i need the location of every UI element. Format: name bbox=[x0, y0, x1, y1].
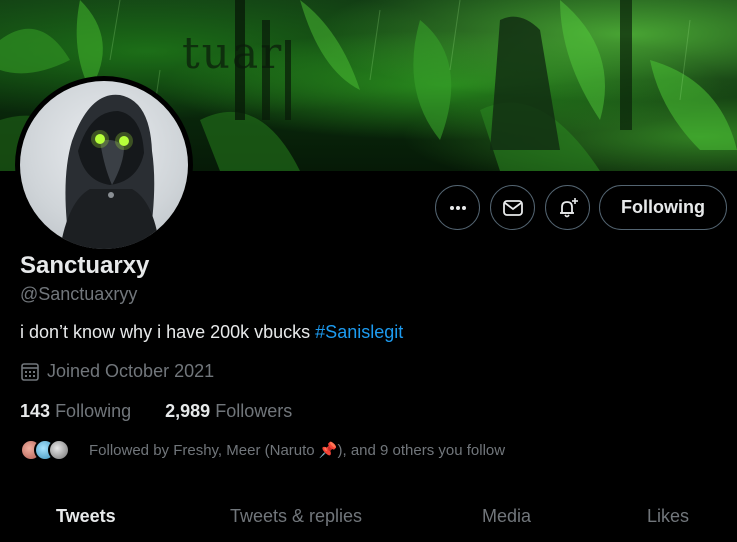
more-options-button[interactable] bbox=[435, 185, 480, 230]
message-button[interactable] bbox=[490, 185, 535, 230]
profile-bio: i don’t know why i have 200k vbucks #San… bbox=[20, 322, 403, 343]
pin-emoji: 📌 bbox=[318, 442, 338, 459]
following-button[interactable]: Following bbox=[599, 185, 727, 230]
avatar[interactable] bbox=[20, 81, 188, 249]
calendar-icon bbox=[21, 362, 39, 381]
banner-title: tuar bbox=[182, 28, 284, 79]
followed-by-text: Followed by Freshy, Meer (Naruto 📌), and… bbox=[89, 442, 506, 459]
followers-label: Followers bbox=[215, 401, 293, 421]
follow-stats: 143 Following 2,989 Followers bbox=[20, 401, 292, 422]
plague-doctor-avatar-image bbox=[60, 94, 160, 249]
followers-count: 2,989 bbox=[165, 401, 211, 421]
tab-tweets-and-replies[interactable]: Tweets & replies bbox=[230, 506, 362, 527]
tab-media[interactable]: Media bbox=[482, 506, 531, 527]
profile-tabs: Tweets Tweets & replies Media Likes bbox=[0, 490, 737, 542]
notifications-button[interactable] bbox=[545, 185, 590, 230]
follower-avatar-3 bbox=[48, 439, 70, 461]
bio-text: i don’t know why i have 200k vbucks bbox=[20, 322, 311, 342]
following-link[interactable]: 143 Following bbox=[20, 401, 136, 421]
mail-icon bbox=[502, 199, 523, 216]
bell-plus-icon bbox=[559, 197, 578, 217]
following-count: 143 bbox=[20, 401, 51, 421]
followed-by[interactable]: Followed by Freshy, Meer (Naruto 📌), and… bbox=[20, 438, 505, 462]
tab-tweets[interactable]: Tweets bbox=[56, 506, 116, 527]
joined-date: Joined October 2021 bbox=[20, 361, 214, 382]
followers-link[interactable]: 2,989 Followers bbox=[165, 401, 292, 421]
bio-hashtag-link[interactable]: #Sanislegit bbox=[315, 322, 403, 342]
more-icon bbox=[449, 205, 466, 210]
following-label: Following bbox=[55, 401, 132, 421]
tab-likes[interactable]: Likes bbox=[647, 506, 689, 527]
profile-name: Sanctuarxy bbox=[20, 252, 150, 279]
joined-label: Joined October 2021 bbox=[47, 361, 215, 381]
profile-handle: @Sanctuaxryy bbox=[20, 284, 138, 304]
